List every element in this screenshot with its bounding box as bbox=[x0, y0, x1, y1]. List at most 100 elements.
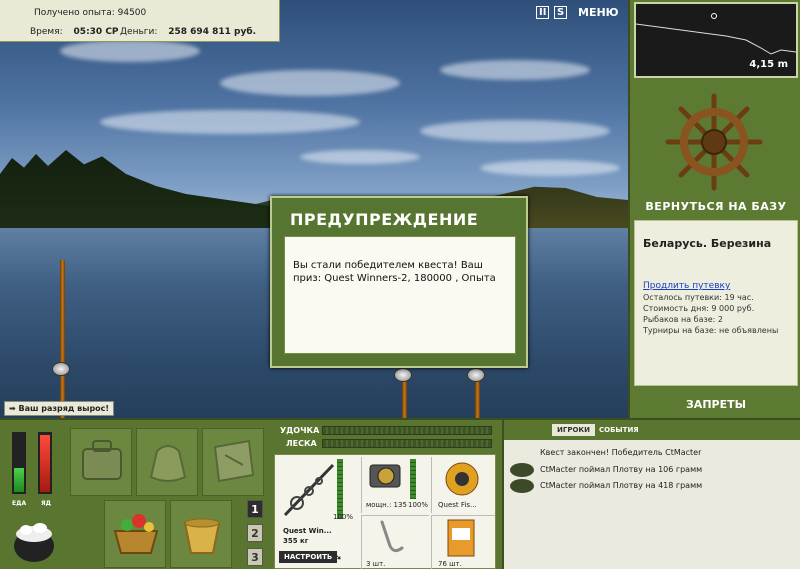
fish-icon bbox=[510, 479, 534, 493]
bag-icon bbox=[82, 440, 122, 480]
pause-icon[interactable]: II bbox=[536, 6, 550, 19]
poison-meter bbox=[38, 432, 52, 494]
cloud bbox=[480, 160, 620, 176]
sack-icon bbox=[149, 445, 187, 482]
poison-label: ЯД bbox=[41, 500, 51, 507]
food-meter bbox=[12, 432, 26, 494]
day-cost: Стоимость дня: 9 000 руб. bbox=[643, 304, 755, 313]
events-panel: ИГРОКИ СОБЫТИЯ Квест закончен! Победител… bbox=[502, 420, 800, 569]
slot-bucket[interactable] bbox=[170, 500, 232, 568]
slot-bag[interactable] bbox=[70, 428, 132, 496]
slot-sack[interactable] bbox=[136, 428, 198, 496]
tournaments-status: Турниры на базе: не объявлены bbox=[643, 326, 779, 335]
line-cell[interactable]: Quest Fis... bbox=[431, 457, 495, 513]
food-meter-fill bbox=[14, 468, 24, 492]
event-item: CtMacter поймал Плотву на 418 грамм bbox=[540, 481, 703, 490]
warning-dialog: ПРЕДУПРЕЖДЕНИЕ Вы стали победителем квес… bbox=[270, 196, 528, 368]
event-item: Квест закончен! Победитель CtMacter bbox=[540, 448, 702, 457]
location-info: Беларусь. Березина Продлить путевку Оста… bbox=[634, 220, 798, 386]
setup-button[interactable]: НАСТРОИТЬ bbox=[279, 551, 338, 563]
slot-basket[interactable] bbox=[104, 500, 166, 568]
reel-condition-pct: 100% bbox=[408, 501, 429, 509]
sound-icon[interactable]: S bbox=[554, 6, 568, 19]
arrow-down-right-icon: ➘ bbox=[333, 550, 343, 563]
hook-cell[interactable]: 3 шт. bbox=[361, 515, 429, 569]
time-row: Время: 05:30 СР bbox=[30, 27, 119, 37]
rod-condition-bar bbox=[337, 459, 343, 519]
bait-cell[interactable]: 76 шт. bbox=[431, 515, 495, 569]
cloud bbox=[60, 40, 200, 62]
time-label: Время: bbox=[30, 27, 63, 37]
right-sidebar: 4,15 m ВЕРНУТЬСЯ НА БАЗУ Беларусь. Берез… bbox=[628, 0, 800, 418]
reel-power: мощн.: 135 bbox=[366, 501, 407, 509]
reel-icon bbox=[467, 368, 485, 382]
reel-icon bbox=[369, 464, 401, 488]
reel-icon bbox=[52, 362, 70, 376]
bans-button[interactable]: ЗАПРЕТЫ bbox=[630, 398, 800, 411]
money-label: Деньги: bbox=[120, 27, 158, 37]
arrow-icon: ➡ bbox=[9, 404, 16, 413]
line-tension-gauge bbox=[322, 439, 492, 448]
rod-max-weight: 355 кг bbox=[283, 537, 309, 545]
food-label: ЕДА bbox=[12, 500, 27, 507]
tab-events[interactable]: СОБЫТИЯ bbox=[594, 424, 644, 436]
exp-value: 94500 bbox=[117, 8, 147, 18]
money-value: 258 694 811 руб. bbox=[168, 27, 257, 37]
cloud bbox=[440, 60, 590, 80]
float-marker-icon bbox=[711, 13, 717, 19]
cooking-pot-icon[interactable] bbox=[8, 514, 60, 566]
extend-permit-link[interactable]: Продлить путевку bbox=[643, 281, 730, 291]
player-info-panel: Получено опыта: 94500 Время: 05:30 СР Де… bbox=[0, 0, 280, 42]
ship-wheel-icon[interactable] bbox=[664, 92, 764, 192]
rod-tension-label: УДОЧКА bbox=[280, 426, 320, 435]
reel-cell[interactable]: мощн.: 135 100% bbox=[361, 457, 429, 513]
fishing-rod-right[interactable] bbox=[475, 376, 480, 418]
time-value: 05:30 СР bbox=[73, 27, 119, 37]
forest-left bbox=[0, 150, 300, 230]
fishing-rod-left[interactable] bbox=[60, 260, 65, 418]
slot-set-2-button[interactable]: 2 bbox=[247, 524, 263, 542]
depth-value: 4,15 m bbox=[749, 59, 788, 70]
exp-label: Получено опыта: bbox=[34, 8, 115, 18]
dialog-message[interactable]: Вы стали победителем квеста! Ваш приз: Q… bbox=[284, 236, 516, 354]
bait-box-icon bbox=[447, 519, 475, 557]
fishers-on-base: Рыбаков на базе: 2 bbox=[643, 315, 723, 324]
money-row: Деньги: 258 694 811 руб. bbox=[120, 27, 256, 37]
poison-meter-fill bbox=[40, 435, 50, 492]
fishing-line-spool-icon bbox=[445, 462, 479, 496]
tab-players[interactable]: ИГРОКИ bbox=[552, 424, 595, 436]
food-basket-icon bbox=[113, 514, 159, 554]
bait-count: 76 шт. bbox=[438, 560, 462, 568]
rank-notice-text: Ваш разряд вырос! bbox=[18, 404, 110, 413]
cloud bbox=[420, 120, 610, 142]
permit-remaining: Осталось путевки: 19 час. bbox=[643, 293, 754, 302]
map-icon bbox=[213, 439, 255, 483]
rank-notice[interactable]: ➡ Ваш разряд вырос! bbox=[4, 401, 115, 416]
slot-set-3-button[interactable]: 3 bbox=[247, 548, 263, 566]
reel-icon bbox=[394, 368, 412, 382]
slot-set-1-button[interactable]: 1 bbox=[247, 500, 263, 518]
slot-map[interactable] bbox=[202, 428, 264, 496]
experience-row: Получено опыта: 94500 bbox=[34, 8, 146, 18]
depth-sounder: 4,15 m bbox=[634, 2, 798, 78]
tackle-panel: 100% Quest Win... 355 кг НАСТРОИТЬ ➘ мощ… bbox=[274, 454, 496, 569]
event-item: CtMacter поймал Плотву на 106 грамм bbox=[540, 465, 703, 474]
rod-tension-gauge bbox=[322, 426, 492, 435]
rod-icon[interactable] bbox=[279, 459, 339, 521]
rod-name: Quest Win... bbox=[283, 527, 332, 535]
bucket-icon bbox=[183, 518, 221, 554]
events-tabs: ИГРОКИ СОБЫТИЯ bbox=[504, 420, 800, 440]
cloud bbox=[300, 150, 420, 164]
cloud bbox=[100, 110, 360, 134]
fishing-rod-center[interactable] bbox=[402, 376, 407, 418]
menu-button[interactable]: МЕНЮ bbox=[578, 6, 619, 19]
hook-icon bbox=[380, 520, 404, 553]
line-tension-label: ЛЕСКА bbox=[286, 439, 317, 448]
location-title: Беларусь. Березина bbox=[643, 237, 772, 250]
line-name: Quest Fis... bbox=[438, 501, 477, 509]
fish-icon bbox=[510, 463, 534, 477]
hook-count: 3 шт. bbox=[366, 560, 386, 568]
return-to-base-button[interactable]: ВЕРНУТЬСЯ НА БАЗУ bbox=[630, 200, 800, 213]
dialog-title: ПРЕДУПРЕЖДЕНИЕ bbox=[290, 210, 479, 229]
rod-condition-pct: 100% bbox=[333, 513, 354, 521]
